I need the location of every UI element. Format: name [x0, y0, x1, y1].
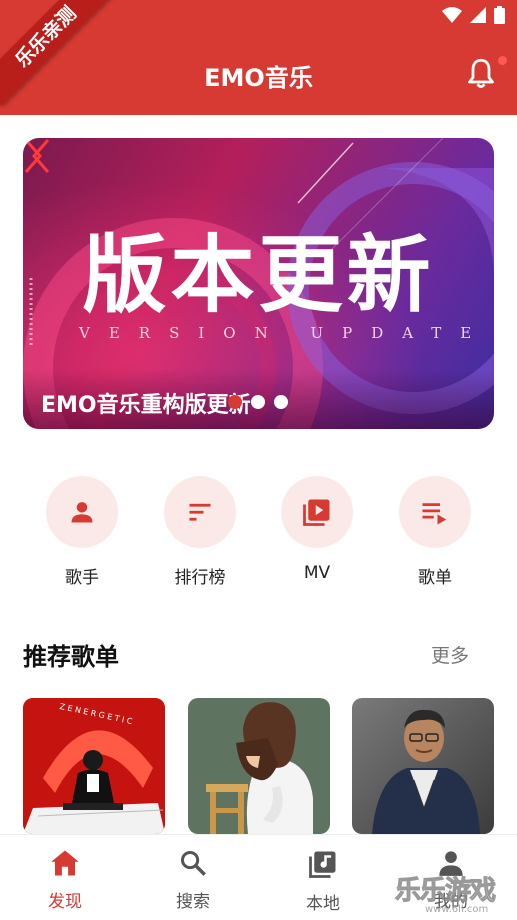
playlist-cover: Z E N E R G E T I C [23, 698, 165, 834]
watermark-text: 乐乐游戏 [394, 876, 496, 907]
category-icon-circle [46, 476, 118, 548]
chevron-right-icon[interactable] [23, 138, 43, 174]
signal-icon [470, 7, 486, 23]
playlist-cover [352, 698, 494, 834]
playlist-card[interactable] [188, 698, 330, 834]
playlist-card[interactable]: Z E N E R G E T I C [23, 698, 165, 834]
playlist-card[interactable] [352, 698, 494, 834]
wifi-icon [442, 7, 462, 23]
person-icon [71, 502, 93, 523]
banner-subheadline: VERSION UPDATE [79, 324, 491, 342]
section-title: 推荐歌单 [23, 643, 119, 671]
tab-search[interactable]: 搜索 [153, 849, 233, 912]
banner-headline: 版本更新 [82, 226, 435, 324]
category-label: 歌单 [418, 568, 452, 588]
category-label: 排行榜 [174, 568, 226, 588]
app-screen: 乐乐亲测 EMO音乐 版本更新 VERSION UPDATE EMO音乐重构版更… [0, 0, 517, 920]
tab-discover[interactable]: 发现 [25, 849, 105, 912]
notification-dot [498, 56, 507, 65]
playlist-cover [188, 698, 330, 834]
carousel-dot[interactable] [228, 395, 242, 409]
category-chart[interactable]: 排行榜 [164, 476, 236, 588]
banner-carousel[interactable]: 版本更新 VERSION UPDATE EMO音乐重构版更新 [23, 138, 494, 429]
sort-icon [189, 503, 211, 521]
library-music-icon [309, 851, 336, 878]
page-title: EMO音乐 [204, 64, 313, 92]
category-icon-circle [164, 476, 236, 548]
category-label: 歌手 [65, 568, 99, 588]
search-icon [180, 850, 206, 876]
carousel-dot[interactable] [251, 395, 265, 409]
more-link[interactable]: 更多 [431, 641, 469, 668]
tab-label: 本地 [306, 894, 340, 914]
category-icon-circle [399, 476, 471, 548]
tab-local[interactable]: 本地 [283, 849, 363, 914]
carousel-indicators [228, 395, 288, 409]
watermark: 乐乐游戏 www.6ll.com [394, 870, 515, 920]
playlist-play-icon [422, 503, 447, 525]
home-icon [51, 850, 79, 876]
banner-caption: EMO音乐重构版更新 [41, 393, 251, 418]
category-playlist[interactable]: 歌单 [399, 476, 471, 588]
battery-icon [494, 6, 505, 24]
carousel-dot[interactable] [274, 395, 288, 409]
category-icon-circle [281, 476, 353, 548]
tab-label: 发现 [48, 892, 82, 912]
watermark-url: www.6ll.com [425, 904, 489, 915]
video-library-icon [303, 499, 330, 526]
app-header: 乐乐亲测 EMO音乐 [0, 0, 517, 115]
status-icons [442, 6, 505, 24]
category-label: MV [303, 563, 331, 583]
tab-label: 搜索 [176, 892, 210, 912]
category-singer[interactable]: 歌手 [46, 476, 118, 588]
bell-icon[interactable] [467, 58, 495, 90]
category-mv[interactable]: MV [281, 476, 353, 583]
